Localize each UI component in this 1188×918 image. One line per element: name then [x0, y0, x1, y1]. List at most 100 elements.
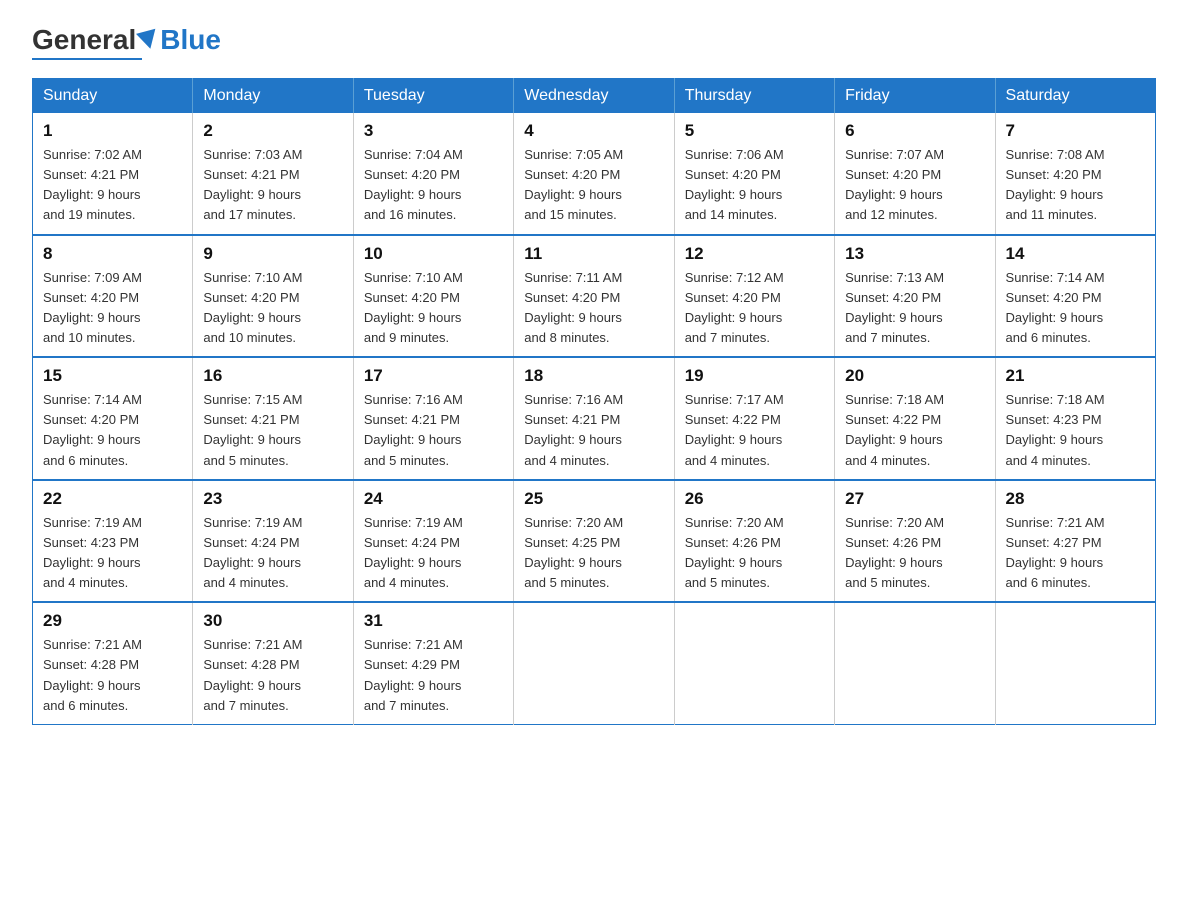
day-info: Sunrise: 7:03 AMSunset: 4:21 PMDaylight:…: [203, 145, 342, 226]
calendar-cell: 6 Sunrise: 7:07 AMSunset: 4:20 PMDayligh…: [835, 113, 995, 235]
calendar-cell: 14 Sunrise: 7:14 AMSunset: 4:20 PMDaylig…: [995, 235, 1155, 358]
calendar-cell: 15 Sunrise: 7:14 AMSunset: 4:20 PMDaylig…: [33, 357, 193, 480]
calendar-cell: 9 Sunrise: 7:10 AMSunset: 4:20 PMDayligh…: [193, 235, 353, 358]
calendar-cell: 22 Sunrise: 7:19 AMSunset: 4:23 PMDaylig…: [33, 480, 193, 603]
calendar-cell: 4 Sunrise: 7:05 AMSunset: 4:20 PMDayligh…: [514, 113, 674, 235]
day-number: 9: [203, 244, 342, 264]
day-info: Sunrise: 7:16 AMSunset: 4:21 PMDaylight:…: [364, 390, 503, 471]
day-info: Sunrise: 7:12 AMSunset: 4:20 PMDaylight:…: [685, 268, 824, 349]
day-number: 19: [685, 366, 824, 386]
day-number: 21: [1006, 366, 1145, 386]
day-info: Sunrise: 7:02 AMSunset: 4:21 PMDaylight:…: [43, 145, 182, 226]
logo: General Blue: [32, 24, 221, 60]
calendar-cell: 30 Sunrise: 7:21 AMSunset: 4:28 PMDaylig…: [193, 602, 353, 724]
calendar-cell: 24 Sunrise: 7:19 AMSunset: 4:24 PMDaylig…: [353, 480, 513, 603]
calendar-cell: 20 Sunrise: 7:18 AMSunset: 4:22 PMDaylig…: [835, 357, 995, 480]
calendar-cell: 8 Sunrise: 7:09 AMSunset: 4:20 PMDayligh…: [33, 235, 193, 358]
day-number: 14: [1006, 244, 1145, 264]
day-info: Sunrise: 7:21 AMSunset: 4:27 PMDaylight:…: [1006, 513, 1145, 594]
calendar-week-row: 29 Sunrise: 7:21 AMSunset: 4:28 PMDaylig…: [33, 602, 1156, 724]
day-info: Sunrise: 7:06 AMSunset: 4:20 PMDaylight:…: [685, 145, 824, 226]
calendar-cell: 27 Sunrise: 7:20 AMSunset: 4:26 PMDaylig…: [835, 480, 995, 603]
day-info: Sunrise: 7:21 AMSunset: 4:29 PMDaylight:…: [364, 635, 503, 716]
calendar-cell: [995, 602, 1155, 724]
calendar-cell: 19 Sunrise: 7:17 AMSunset: 4:22 PMDaylig…: [674, 357, 834, 480]
day-number: 8: [43, 244, 182, 264]
day-number: 13: [845, 244, 984, 264]
page-header: General Blue: [32, 24, 1156, 60]
day-number: 25: [524, 489, 663, 509]
day-number: 24: [364, 489, 503, 509]
day-info: Sunrise: 7:21 AMSunset: 4:28 PMDaylight:…: [203, 635, 342, 716]
calendar-cell: 31 Sunrise: 7:21 AMSunset: 4:29 PMDaylig…: [353, 602, 513, 724]
calendar-week-row: 15 Sunrise: 7:14 AMSunset: 4:20 PMDaylig…: [33, 357, 1156, 480]
calendar-cell: 16 Sunrise: 7:15 AMSunset: 4:21 PMDaylig…: [193, 357, 353, 480]
day-info: Sunrise: 7:13 AMSunset: 4:20 PMDaylight:…: [845, 268, 984, 349]
logo-triangle-icon: [136, 29, 160, 52]
day-info: Sunrise: 7:04 AMSunset: 4:20 PMDaylight:…: [364, 145, 503, 226]
weekday-header-tuesday: Tuesday: [353, 79, 513, 114]
day-number: 18: [524, 366, 663, 386]
day-number: 1: [43, 121, 182, 141]
day-number: 12: [685, 244, 824, 264]
day-number: 11: [524, 244, 663, 264]
day-info: Sunrise: 7:10 AMSunset: 4:20 PMDaylight:…: [203, 268, 342, 349]
calendar-cell: 23 Sunrise: 7:19 AMSunset: 4:24 PMDaylig…: [193, 480, 353, 603]
day-info: Sunrise: 7:19 AMSunset: 4:23 PMDaylight:…: [43, 513, 182, 594]
weekday-header-monday: Monday: [193, 79, 353, 114]
day-number: 23: [203, 489, 342, 509]
day-number: 3: [364, 121, 503, 141]
calendar-cell: 21 Sunrise: 7:18 AMSunset: 4:23 PMDaylig…: [995, 357, 1155, 480]
day-info: Sunrise: 7:18 AMSunset: 4:22 PMDaylight:…: [845, 390, 984, 471]
day-info: Sunrise: 7:10 AMSunset: 4:20 PMDaylight:…: [364, 268, 503, 349]
calendar-cell: 28 Sunrise: 7:21 AMSunset: 4:27 PMDaylig…: [995, 480, 1155, 603]
day-number: 28: [1006, 489, 1145, 509]
calendar-cell: 26 Sunrise: 7:20 AMSunset: 4:26 PMDaylig…: [674, 480, 834, 603]
day-info: Sunrise: 7:07 AMSunset: 4:20 PMDaylight:…: [845, 145, 984, 226]
day-number: 20: [845, 366, 984, 386]
calendar-cell: 2 Sunrise: 7:03 AMSunset: 4:21 PMDayligh…: [193, 113, 353, 235]
day-info: Sunrise: 7:21 AMSunset: 4:28 PMDaylight:…: [43, 635, 182, 716]
calendar-cell: 13 Sunrise: 7:13 AMSunset: 4:20 PMDaylig…: [835, 235, 995, 358]
calendar-cell: 17 Sunrise: 7:16 AMSunset: 4:21 PMDaylig…: [353, 357, 513, 480]
calendar-cell: [514, 602, 674, 724]
day-info: Sunrise: 7:19 AMSunset: 4:24 PMDaylight:…: [364, 513, 503, 594]
calendar-table: SundayMondayTuesdayWednesdayThursdayFrid…: [32, 78, 1156, 725]
day-info: Sunrise: 7:14 AMSunset: 4:20 PMDaylight:…: [43, 390, 182, 471]
calendar-cell: [835, 602, 995, 724]
day-number: 26: [685, 489, 824, 509]
calendar-cell: 7 Sunrise: 7:08 AMSunset: 4:20 PMDayligh…: [995, 113, 1155, 235]
calendar-cell: 3 Sunrise: 7:04 AMSunset: 4:20 PMDayligh…: [353, 113, 513, 235]
day-number: 5: [685, 121, 824, 141]
weekday-header-thursday: Thursday: [674, 79, 834, 114]
day-number: 30: [203, 611, 342, 631]
day-info: Sunrise: 7:14 AMSunset: 4:20 PMDaylight:…: [1006, 268, 1145, 349]
calendar-week-row: 1 Sunrise: 7:02 AMSunset: 4:21 PMDayligh…: [33, 113, 1156, 235]
day-number: 31: [364, 611, 503, 631]
weekday-header-saturday: Saturday: [995, 79, 1155, 114]
calendar-cell: 18 Sunrise: 7:16 AMSunset: 4:21 PMDaylig…: [514, 357, 674, 480]
weekday-header-row: SundayMondayTuesdayWednesdayThursdayFrid…: [33, 79, 1156, 114]
day-number: 22: [43, 489, 182, 509]
day-number: 2: [203, 121, 342, 141]
weekday-header-wednesday: Wednesday: [514, 79, 674, 114]
day-info: Sunrise: 7:11 AMSunset: 4:20 PMDaylight:…: [524, 268, 663, 349]
weekday-header-sunday: Sunday: [33, 79, 193, 114]
day-info: Sunrise: 7:15 AMSunset: 4:21 PMDaylight:…: [203, 390, 342, 471]
day-info: Sunrise: 7:19 AMSunset: 4:24 PMDaylight:…: [203, 513, 342, 594]
day-number: 17: [364, 366, 503, 386]
day-number: 6: [845, 121, 984, 141]
day-info: Sunrise: 7:20 AMSunset: 4:26 PMDaylight:…: [685, 513, 824, 594]
calendar-cell: 10 Sunrise: 7:10 AMSunset: 4:20 PMDaylig…: [353, 235, 513, 358]
day-info: Sunrise: 7:20 AMSunset: 4:25 PMDaylight:…: [524, 513, 663, 594]
calendar-cell: 5 Sunrise: 7:06 AMSunset: 4:20 PMDayligh…: [674, 113, 834, 235]
day-number: 15: [43, 366, 182, 386]
day-info: Sunrise: 7:17 AMSunset: 4:22 PMDaylight:…: [685, 390, 824, 471]
calendar-week-row: 22 Sunrise: 7:19 AMSunset: 4:23 PMDaylig…: [33, 480, 1156, 603]
calendar-cell: 1 Sunrise: 7:02 AMSunset: 4:21 PMDayligh…: [33, 113, 193, 235]
day-number: 4: [524, 121, 663, 141]
day-number: 7: [1006, 121, 1145, 141]
day-number: 27: [845, 489, 984, 509]
weekday-header-friday: Friday: [835, 79, 995, 114]
calendar-cell: 12 Sunrise: 7:12 AMSunset: 4:20 PMDaylig…: [674, 235, 834, 358]
